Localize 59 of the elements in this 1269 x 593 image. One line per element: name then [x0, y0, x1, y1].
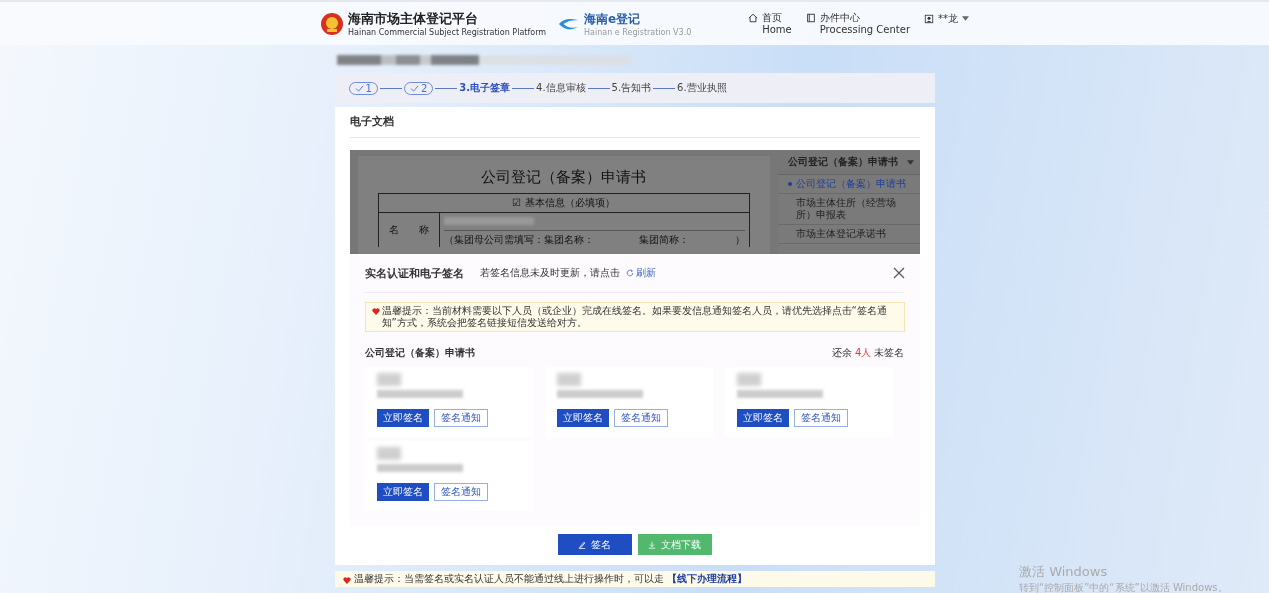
sign-now-button[interactable]: 立即签名 [736, 409, 789, 427]
caret-icon [962, 16, 969, 21]
close-button[interactable] [892, 267, 905, 279]
field-hint: （集团母公司需填写：集团名称： [443, 233, 594, 247]
offline-process-link[interactable]: 【线下办理流程】 [666, 572, 747, 586]
user-menu[interactable]: **龙 [924, 11, 969, 26]
check-icon [409, 84, 419, 92]
notify-button[interactable]: 签名通知 [793, 409, 848, 427]
menu-item[interactable]: 市场主体住所（经营场所）申报表 [777, 194, 920, 225]
bullet-icon [787, 182, 792, 186]
blurred-text [376, 373, 401, 386]
notify-button[interactable]: 签名通知 [613, 409, 668, 427]
sign-now-button[interactable]: 立即签名 [376, 409, 429, 427]
brand-subtitle: Hainan e Registration V3.0 [584, 27, 692, 37]
notify-button[interactable]: 签名通知 [433, 409, 488, 427]
nav-link[interactable]: 办件中心 Processing Center [805, 11, 910, 36]
sign-now-button[interactable]: 立即签名 [376, 483, 429, 501]
remaining-count: 还余 4人 未签名 [831, 346, 905, 360]
section-title: 电子文档 [349, 107, 920, 138]
field-hint: ） [734, 233, 745, 247]
refresh-link[interactable]: 刷新 [625, 266, 656, 280]
blurred-text [556, 373, 581, 386]
brand-name: 海南e登记 [584, 10, 642, 28]
blurred-text [376, 447, 401, 460]
table-heading: ☑ 基本信息（必填项） [378, 194, 749, 213]
user-icon [924, 14, 934, 24]
book-icon [805, 12, 816, 23]
platform-subtitle: Hainan Commercial Subject Registration Platform [348, 28, 547, 37]
platform-title: 海南市场主体登记平台 [348, 10, 479, 28]
step-item: 4.信息审核 [536, 81, 586, 95]
download-icon [648, 540, 656, 549]
pen-icon [578, 540, 586, 549]
notice-text: 温馨提示：当前材料需要以下人员（或企业）完成在线签名。如果要发信息通知签名人员，请优先选择点击“签名通知”方式，系统会把签名链接短信发送给对方。 [381, 305, 888, 329]
document-name: 公司登记（备案）申请书 [364, 346, 475, 360]
menu-header[interactable]: 公司登记（备案）申请书 [777, 150, 920, 175]
heart-icon [371, 308, 380, 315]
nav-link[interactable]: 首页 Home [748, 11, 792, 36]
step-item: 5.告知书 [611, 81, 652, 95]
blurred-text [736, 373, 761, 386]
table-cell: 名 称 [378, 213, 440, 247]
field-hint: 集团简称： [639, 233, 689, 247]
home-icon [748, 12, 759, 23]
document-title: 公司登记（备案）申请书 [481, 168, 646, 187]
dialog-title: 实名认证和电子签名 [364, 265, 464, 281]
activation-text: 转到“控制面板”中的“系统”以激活 Windows。 [1019, 581, 1228, 593]
notice-text: 温馨提示：当需签名或实名认证人员不能通过线上进行操作时，可以走 [353, 572, 664, 586]
sign-now-button[interactable]: 立即签名 [556, 409, 609, 427]
check-icon [354, 84, 364, 92]
step-item: 3.电子签章 [459, 81, 510, 95]
refresh-hint: 若签名信息未及时更新，请点击 [479, 266, 620, 280]
step-item: 6.营业执照 [677, 81, 727, 95]
caret-icon [906, 159, 914, 165]
emblem-icon [320, 11, 344, 36]
sign-button[interactable]: 签名 [557, 534, 632, 555]
activation-title: 激活 Windows [1019, 563, 1109, 581]
notify-button[interactable]: 签名通知 [433, 483, 488, 501]
heart-icon [342, 577, 351, 584]
refresh-icon [625, 269, 634, 277]
menu-item[interactable]: 市场主体登记承诺书 [777, 225, 920, 244]
